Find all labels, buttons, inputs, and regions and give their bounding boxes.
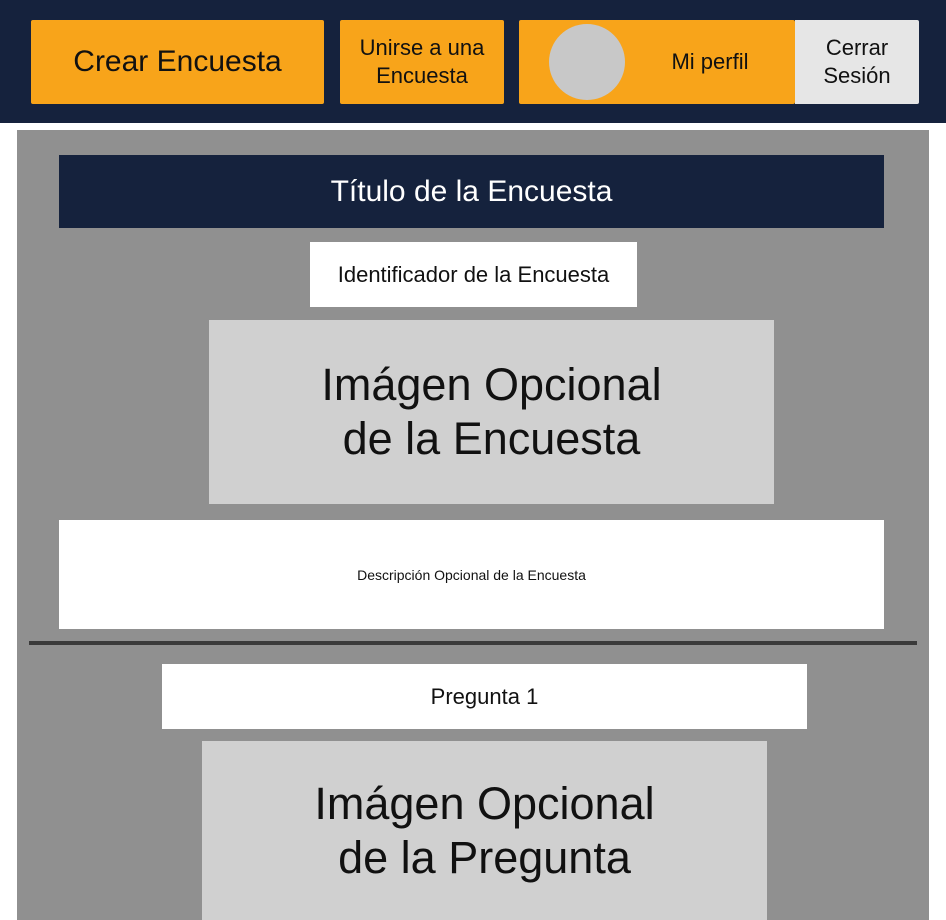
question-title: Pregunta 1 <box>162 664 807 729</box>
avatar <box>549 24 625 100</box>
my-profile-button[interactable]: Mi perfil <box>519 20 795 104</box>
join-survey-button[interactable]: Unirse a una Encuesta <box>340 20 504 104</box>
survey-image-placeholder: Imágen Opcional de la Encuesta <box>209 320 774 504</box>
question-image-placeholder: Imágen Opcional de la Pregunta <box>202 741 767 920</box>
top-navigation-bar: Crear Encuesta Unirse a una Encuesta Mi … <box>0 0 946 123</box>
survey-description: Descripción Opcional de la Encuesta <box>59 520 884 629</box>
create-survey-button[interactable]: Crear Encuesta <box>31 20 324 104</box>
logout-button[interactable]: Cerrar Sesión <box>795 20 919 104</box>
section-divider <box>29 641 917 645</box>
survey-panel: Título de la Encuesta Identificador de l… <box>17 130 929 920</box>
survey-identifier: Identificador de la Encuesta <box>310 242 637 307</box>
profile-group: Mi perfil Cerrar Sesión <box>519 20 919 104</box>
my-profile-label: Mi perfil <box>671 49 749 74</box>
survey-title: Título de la Encuesta <box>59 155 884 228</box>
